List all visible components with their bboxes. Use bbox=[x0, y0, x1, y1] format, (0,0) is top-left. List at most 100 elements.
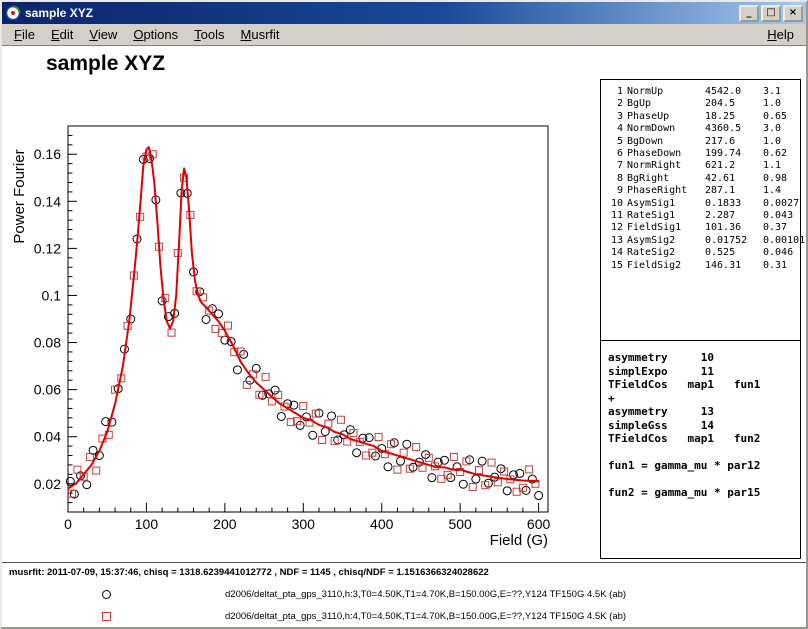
menu-items: File Edit View Options Tools Musrfit bbox=[6, 25, 288, 44]
y-tick-label: 0.02 bbox=[34, 476, 61, 492]
series-points-1 bbox=[66, 154, 542, 499]
y-tick-label: 0.1 bbox=[42, 287, 62, 303]
parameter-value: 4360.5 bbox=[705, 123, 759, 135]
menu-item[interactable]: View bbox=[81, 25, 125, 44]
theory-line: asymmetry 13 bbox=[608, 405, 798, 419]
plot-canvas[interactable]: 01002003004005006000.020.040.060.080.10.… bbox=[2, 86, 597, 556]
series-points-2 bbox=[68, 151, 539, 497]
parameter-value: 18.25 bbox=[705, 111, 759, 123]
parameter-error: 0.043 bbox=[763, 210, 798, 222]
parameter-row: 12 FieldSig1 101.36 0.37 bbox=[607, 222, 798, 234]
parameter-error: 0.0027 bbox=[763, 198, 799, 210]
data-point-circle bbox=[403, 440, 411, 448]
parameter-name: FieldSig2 bbox=[627, 260, 701, 272]
title-bar[interactable]: sample XYZ _ □ × bbox=[2, 2, 806, 24]
parameter-row: 5 BgDown 217.6 1.0 bbox=[607, 136, 798, 148]
x-tick-label: 100 bbox=[135, 516, 159, 532]
y-axis: 0.020.040.060.080.10.120.140.16 bbox=[34, 126, 77, 512]
menu-item[interactable]: Tools bbox=[186, 25, 232, 44]
parameter-error: 0.00101 bbox=[763, 235, 805, 247]
x-tick-label: 0 bbox=[64, 516, 72, 532]
parameter-row: 6 PhaseDown 199.74 0.62 bbox=[607, 148, 798, 160]
circle-marker-icon bbox=[102, 590, 111, 599]
close-button[interactable]: × bbox=[783, 5, 803, 22]
parameter-error: 1.0 bbox=[763, 136, 798, 148]
parameter-value: 2.287 bbox=[705, 210, 759, 222]
parameter-name: RateSig1 bbox=[627, 210, 701, 222]
data-point-circle bbox=[459, 480, 467, 488]
legend-row: d2006/deltat_pta_gps_3110,h:4,T0=4.50K,T… bbox=[102, 611, 626, 622]
y-tick-label: 0.04 bbox=[34, 429, 61, 445]
parameter-value: 199.74 bbox=[705, 148, 759, 160]
parameter-error: 0.046 bbox=[763, 247, 798, 259]
theory-line: asymmetry 10 bbox=[608, 351, 798, 365]
data-point-circle bbox=[215, 310, 223, 318]
minimize-button[interactable]: _ bbox=[739, 5, 759, 22]
parameter-number: 9 bbox=[607, 185, 623, 197]
fit-curve bbox=[68, 147, 539, 488]
parameter-value: 204.5 bbox=[705, 98, 759, 110]
parameter-name: NormRight bbox=[627, 160, 701, 172]
parameter-name: FieldSig1 bbox=[627, 222, 701, 234]
theory-line: simpleGss 14 bbox=[608, 419, 798, 433]
theory-line bbox=[608, 446, 798, 460]
y-tick-label: 0.12 bbox=[34, 240, 61, 256]
parameter-error: 3.1 bbox=[763, 86, 798, 98]
maximize-button[interactable]: □ bbox=[761, 5, 781, 22]
parameter-error: 3.0 bbox=[763, 123, 798, 135]
theory-line: TFieldCos map1 fun1 bbox=[608, 378, 798, 392]
data-point-circle bbox=[309, 431, 317, 439]
parameter-row: 14 RateSig2 0.525 0.046 bbox=[607, 247, 798, 259]
data-point-square bbox=[375, 433, 382, 440]
parameter-row: 1 NormUp 4542.0 3.1 bbox=[607, 86, 798, 98]
data-point-circle bbox=[83, 481, 91, 489]
parameter-value: 217.6 bbox=[705, 136, 759, 148]
data-point-square bbox=[413, 444, 420, 451]
parameter-number: 11 bbox=[607, 210, 623, 222]
theory-line: fun1 = gamma_mu * par12 bbox=[608, 459, 798, 473]
legend-label: d2006/deltat_pta_gps_3110,h:4,T0=4.50K,T… bbox=[225, 611, 626, 622]
window-controls: _ □ × bbox=[739, 5, 803, 22]
data-point-square bbox=[93, 467, 100, 474]
data-point-circle bbox=[503, 487, 511, 495]
parameter-number: 5 bbox=[607, 136, 623, 148]
data-point-square bbox=[350, 429, 357, 436]
parameter-value: 621.2 bbox=[705, 160, 759, 172]
menu-item-help[interactable]: Help bbox=[759, 25, 802, 44]
x-axis-label: Field (G) bbox=[402, 532, 548, 549]
footer-divider bbox=[2, 562, 806, 563]
data-point-circle bbox=[384, 463, 392, 471]
data-point-square bbox=[225, 322, 232, 329]
fit-status-text: musrfit: 2011-07-09, 15:37:46, chisq = 1… bbox=[9, 567, 489, 578]
parameter-name: RateSig2 bbox=[627, 247, 701, 259]
menu-item[interactable]: File bbox=[6, 25, 43, 44]
theory-line: simplExpo 11 bbox=[608, 365, 798, 379]
parameter-row: 11 RateSig1 2.287 0.043 bbox=[607, 210, 798, 222]
menu-item[interactable]: Edit bbox=[43, 25, 81, 44]
parameter-number: 12 bbox=[607, 222, 623, 234]
data-point-square bbox=[469, 484, 476, 491]
app-icon[interactable] bbox=[5, 5, 21, 21]
parameter-number: 1 bbox=[607, 86, 623, 98]
menu-bar: File Edit View Options Tools Musrfit Hel… bbox=[2, 24, 806, 46]
x-tick-label: 400 bbox=[370, 516, 394, 532]
data-point-square bbox=[400, 449, 407, 456]
data-point-circle bbox=[233, 366, 241, 374]
menu-item[interactable]: Options bbox=[125, 25, 186, 44]
parameter-row: 8 BgRight 42.61 0.98 bbox=[607, 173, 798, 185]
parameter-row: 13 AsymSig2 0.01752 0.00101 bbox=[607, 235, 798, 247]
data-point-circle bbox=[428, 474, 436, 482]
data-point-circle bbox=[478, 457, 486, 465]
parameter-error: 0.62 bbox=[763, 148, 798, 160]
data-point-circle bbox=[535, 492, 543, 500]
data-point-square bbox=[450, 453, 457, 460]
data-point-square bbox=[262, 373, 269, 380]
parameter-number: 13 bbox=[607, 235, 623, 247]
menu-item[interactable]: Musrfit bbox=[233, 25, 288, 44]
data-point-square bbox=[168, 329, 175, 336]
parameter-row: 7 NormRight 621.2 1.1 bbox=[607, 160, 798, 172]
data-point-square bbox=[488, 459, 495, 466]
parameter-value: 101.36 bbox=[705, 222, 759, 234]
parameter-number: 4 bbox=[607, 123, 623, 135]
parameter-number: 3 bbox=[607, 111, 623, 123]
